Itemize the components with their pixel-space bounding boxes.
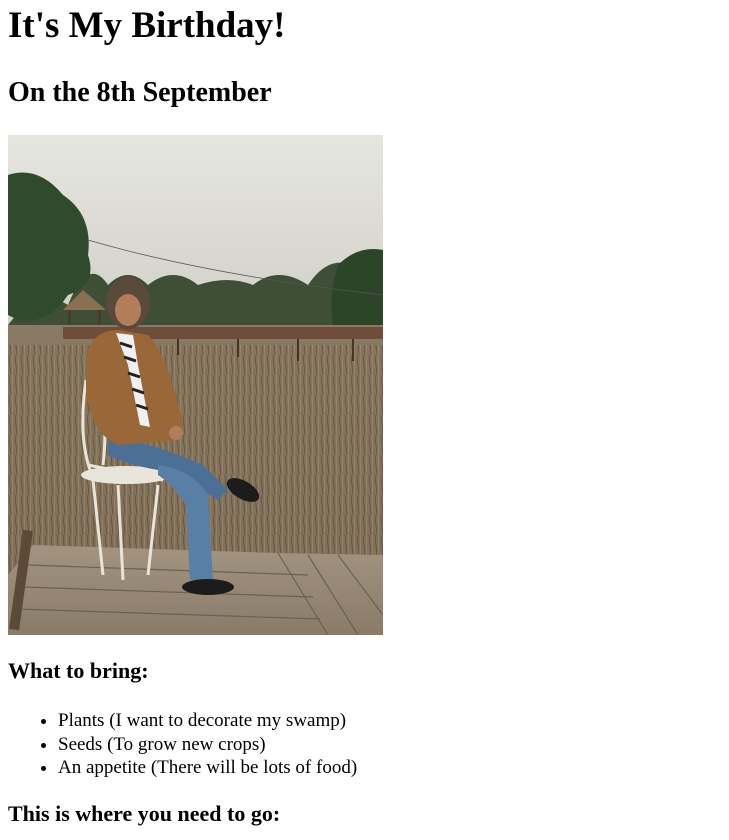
- page-title: It's My Birthday!: [8, 5, 286, 46]
- list-item: Seeds (To grow new crops): [58, 733, 357, 757]
- bring-heading: What to bring:: [8, 658, 149, 683]
- bring-list: Plants (I want to decorate my swamp) See…: [8, 709, 357, 780]
- list-item: An appetite (There will be lots of food): [58, 756, 357, 780]
- list-item: Plants (I want to decorate my swamp): [58, 709, 357, 733]
- birthday-photo: [8, 135, 383, 635]
- directions-heading: This is where you need to go:: [8, 801, 281, 826]
- page-subtitle: On the 8th September: [8, 77, 272, 108]
